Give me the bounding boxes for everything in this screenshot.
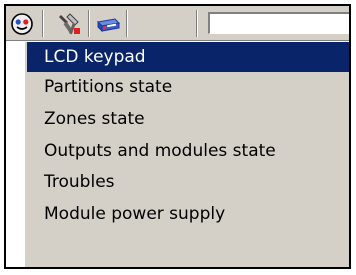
tools-icon	[58, 12, 80, 34]
keypad-module-icon	[96, 17, 120, 32]
window-frame: LCD keypad Partitions state Zones state …	[4, 4, 351, 269]
dropdown-menu: LCD keypad Partitions state Zones state …	[24, 41, 349, 267]
toolbar-input[interactable]	[208, 12, 349, 34]
toolbar-separator	[88, 10, 90, 37]
toolbar-separator	[196, 10, 198, 37]
menu-item-outputs-modules-state[interactable]: Outputs and modules state	[27, 136, 349, 166]
toolbar	[6, 6, 349, 41]
face-button[interactable]	[8, 10, 35, 37]
menu-item-zones-state[interactable]: Zones state	[27, 104, 349, 134]
menu-item-module-power-supply[interactable]: Module power supply	[27, 199, 349, 229]
menu-item-troubles[interactable]: Troubles	[27, 167, 349, 197]
tools-button[interactable]	[55, 10, 82, 37]
keypad-module-button[interactable]	[94, 10, 121, 37]
menu-item-partitions-state[interactable]: Partitions state	[27, 72, 349, 102]
toolbar-separator	[126, 10, 128, 37]
menu-item-lcd-keypad[interactable]: LCD keypad	[27, 42, 349, 72]
face-icon	[10, 12, 33, 35]
toolbar-separator	[42, 10, 44, 37]
